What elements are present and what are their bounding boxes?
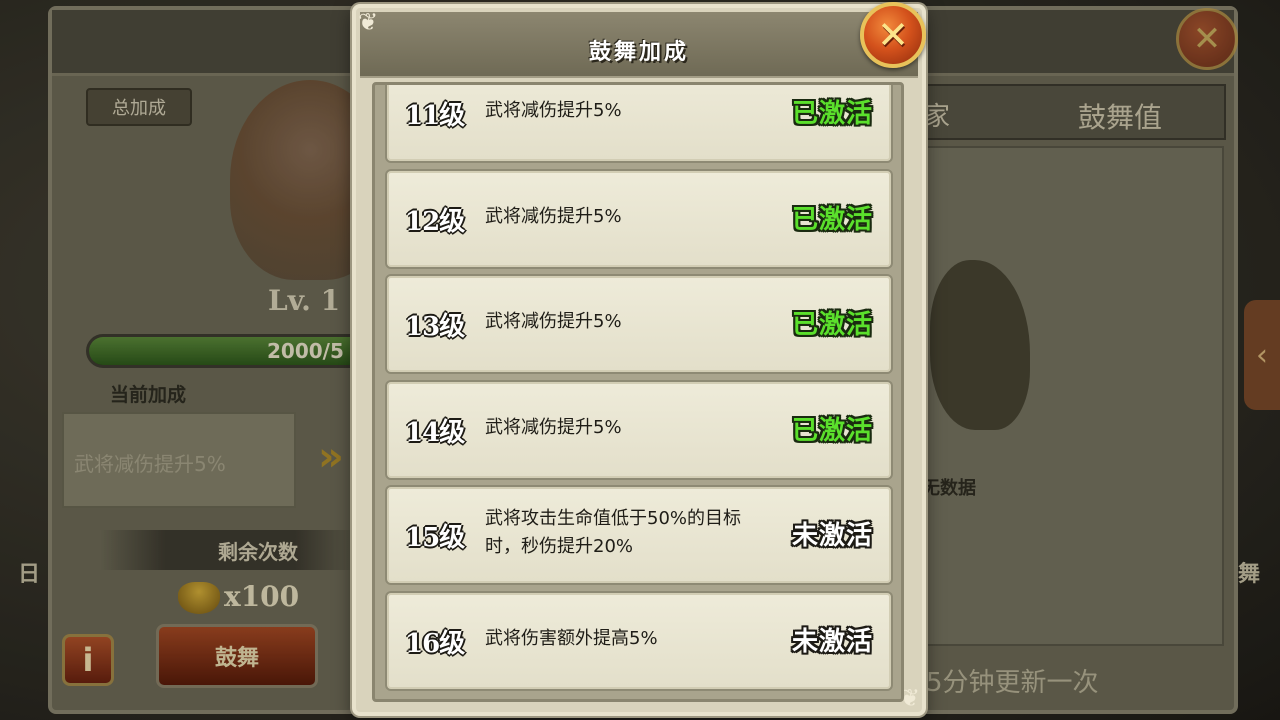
bonus-description: 武将减伤提升5%	[485, 100, 622, 121]
status-activated-badge: 已激活	[791, 415, 873, 446]
bonus-description: 武将攻击生命值低于50%的目标时，秒伤提升20%	[485, 508, 742, 557]
status-activated-badge: 已激活	[791, 204, 873, 235]
modal-header: 鼓舞加成	[360, 12, 918, 78]
status-activated-badge: 已激活	[791, 310, 873, 340]
status-activated-badge: 已激活	[791, 99, 873, 129]
bonus-row: 11级 武将减伤提升5% 已激活	[387, 85, 891, 161]
bonus-row: 14级 武将减伤提升5% 已激活	[387, 381, 891, 478]
close-button[interactable]: ✕	[860, 2, 926, 68]
bonus-description: 武将减伤提升5%	[485, 205, 622, 227]
bonus-level: 15级	[405, 523, 465, 553]
bonus-row: 12级 武将减伤提升5% 已激活	[387, 170, 891, 267]
bonus-level: 16级	[405, 628, 465, 659]
bonus-description: 武将减伤提升5%	[485, 416, 622, 438]
bonus-level: 13级	[405, 312, 465, 342]
bonus-level: 12级	[405, 206, 465, 237]
corner-ornament-icon: ❦	[358, 8, 379, 36]
bonus-description: 武将减伤提升5%	[485, 311, 622, 332]
bonus-row: 13级 武将减伤提升5% 已激活	[387, 276, 891, 372]
bonus-row: 15级 武将攻击生命值低于50%的目标时，秒伤提升20% 未激活	[387, 487, 891, 583]
bonus-list-inner: 11级 武将减伤提升5% 已激活 12级 武将减伤提升5% 已激活 13级 武将减伤提升5% 已…	[385, 85, 891, 699]
bonus-row: 16级 武将伤害额外提高5% 未激活	[387, 592, 891, 689]
bonus-level: 14级	[405, 417, 465, 448]
bonus-level: 11级	[405, 101, 465, 131]
modal-title: 鼓舞加成	[588, 40, 689, 65]
bonus-description: 武将伤害额外提高5%	[485, 627, 658, 649]
bonus-list[interactable]: 11级 武将减伤提升5% 已激活 12级 武将减伤提升5% 已激活 13级 武将减伤提升5% 已…	[372, 82, 904, 702]
status-inactive-badge: 未激活	[791, 521, 873, 551]
status-inactive-badge: 未激活	[791, 626, 873, 657]
